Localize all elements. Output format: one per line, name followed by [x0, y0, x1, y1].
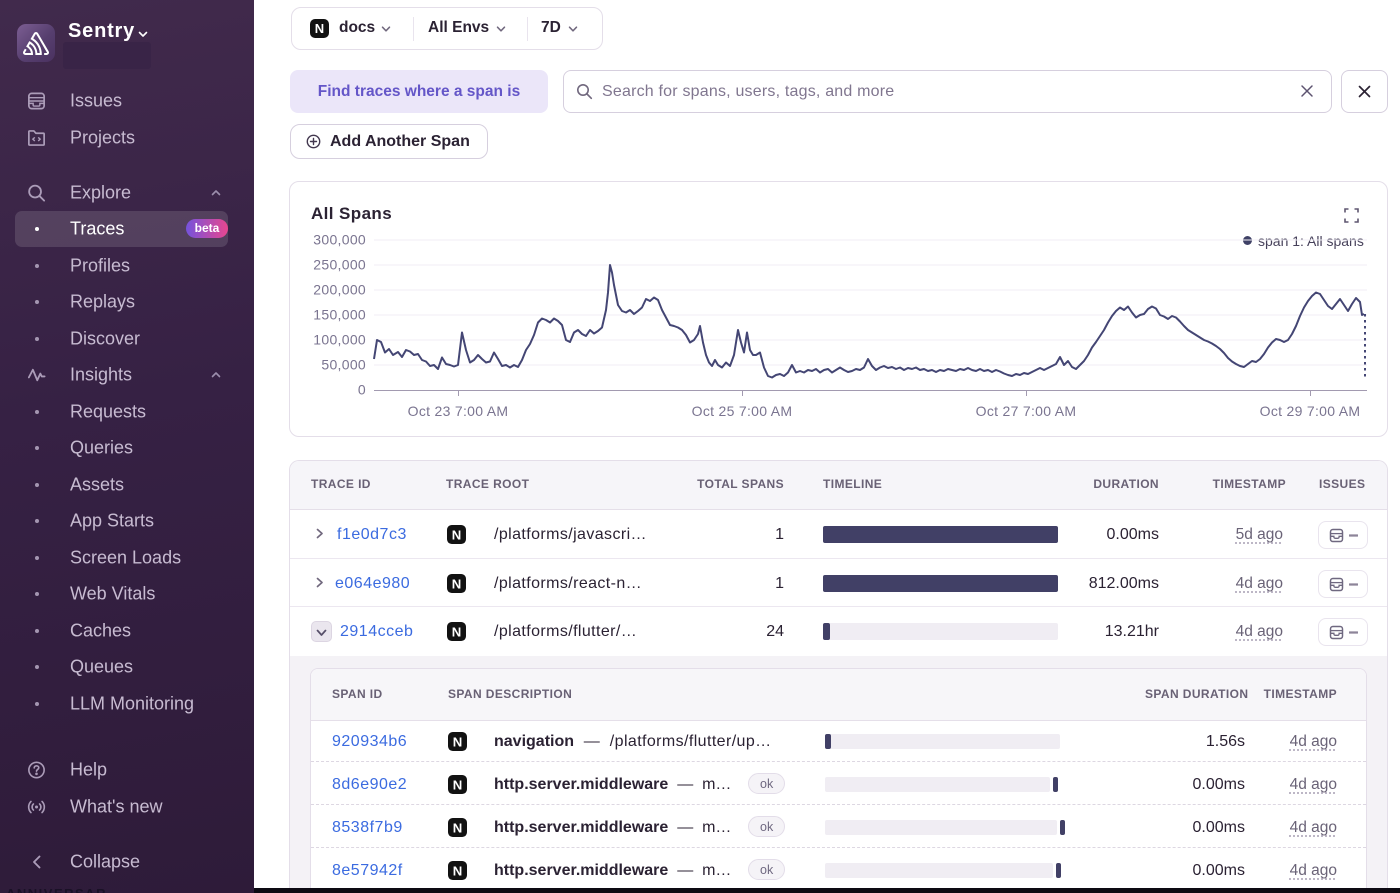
svg-text:N: N [453, 863, 463, 878]
svg-text:N: N [452, 624, 462, 639]
svg-text:50,000: 50,000 [321, 357, 366, 373]
svg-text:N: N [452, 527, 462, 542]
svg-text:N: N [453, 820, 463, 835]
svg-text:100,000: 100,000 [313, 332, 366, 348]
svg-text:250,000: 250,000 [313, 257, 366, 273]
svg-text:N: N [315, 21, 324, 36]
svg-text:Oct 23 7:00 AM: Oct 23 7:00 AM [408, 403, 509, 419]
svg-text:200,000: 200,000 [313, 282, 366, 298]
svg-text:N: N [452, 576, 462, 591]
svg-text:300,000: 300,000 [313, 232, 366, 248]
svg-text:N: N [453, 734, 463, 749]
svg-text:150,000: 150,000 [313, 307, 366, 323]
svg-text:Oct 27 7:00 AM: Oct 27 7:00 AM [976, 403, 1077, 419]
svg-text:0: 0 [358, 382, 366, 398]
svg-text:Oct 25 7:00 AM: Oct 25 7:00 AM [692, 403, 793, 419]
svg-text:N: N [453, 777, 463, 792]
svg-text:Oct 29 7:00 AM: Oct 29 7:00 AM [1260, 403, 1361, 419]
